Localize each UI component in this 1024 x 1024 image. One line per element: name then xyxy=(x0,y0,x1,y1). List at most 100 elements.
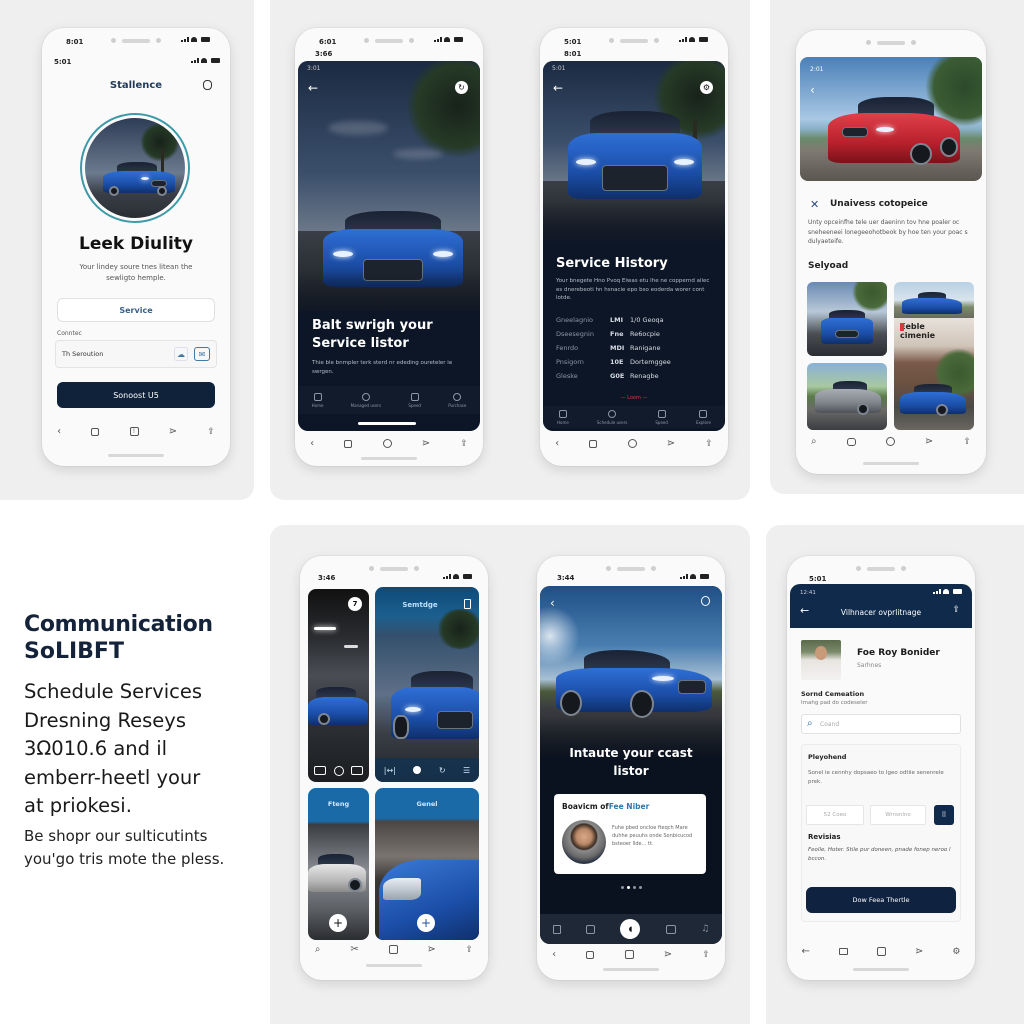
chat-icon[interactable] xyxy=(846,437,856,446)
square-icon[interactable] xyxy=(838,948,848,955)
folder-icon[interactable] xyxy=(351,766,363,775)
search-input[interactable]: ⌕ Coand xyxy=(801,714,961,734)
pager-dot[interactable] xyxy=(626,886,630,889)
clock-icon[interactable] xyxy=(624,950,634,959)
add-button[interactable]: + xyxy=(417,914,435,932)
gallery-image[interactable] xyxy=(894,282,974,318)
time-input[interactable]: Wrnsnlno xyxy=(870,805,926,825)
record-icon[interactable] xyxy=(333,766,344,776)
send-icon[interactable]: ⋗ xyxy=(664,949,672,960)
share-icon[interactable]: ⇪ xyxy=(705,439,713,449)
back-icon[interactable]: ‹ xyxy=(552,949,556,960)
tab-speed[interactable]: Speed xyxy=(408,392,421,408)
history-row[interactable]: Dseesegnin Fne Re6ocpie xyxy=(556,330,712,338)
square-icon[interactable] xyxy=(91,427,100,436)
dot-icon[interactable] xyxy=(413,766,422,774)
gallery-image[interactable] xyxy=(807,363,887,430)
add-button[interactable]: + xyxy=(329,914,347,932)
history-row[interactable]: Pnsigorn 10E Dortemggee xyxy=(556,358,712,366)
tab-speed[interactable]: Speed xyxy=(655,409,668,425)
settings-icon[interactable]: ⚙ xyxy=(952,947,960,957)
back-icon[interactable]: ← xyxy=(802,946,810,957)
clock-icon[interactable] xyxy=(627,439,637,448)
tab-managed[interactable]: Managed users xyxy=(351,392,381,408)
date-input[interactable]: 52 Coeo xyxy=(806,805,864,825)
grid-picker-button[interactable]: ⠿ xyxy=(934,805,954,825)
gallery-overlay-text: Eeble cimenie xyxy=(900,322,936,340)
settings-icon[interactable]: ⚙ xyxy=(700,81,713,94)
mail-icon[interactable]: ✉ xyxy=(194,347,210,361)
clock-icon[interactable] xyxy=(388,945,398,954)
back-icon[interactable]: ‹ xyxy=(555,438,559,449)
service-card-left[interactable]: Fteng + xyxy=(308,788,369,940)
history-row[interactable]: Gneelagnio LMI 1/0 Geoqa xyxy=(556,316,712,324)
pager-dot[interactable] xyxy=(632,886,636,889)
search-icon[interactable]: ⌕ xyxy=(811,436,817,447)
send-icon[interactable]: ⋗ xyxy=(925,436,933,447)
review-card[interactable]: Boavicm ofFee Niber Fuhe pbed oncloe fte… xyxy=(554,794,706,874)
back-arrow-icon[interactable]: ← xyxy=(553,81,563,95)
tab-purchase[interactable]: Purchase xyxy=(448,392,466,408)
center-action-button[interactable]: ◖ xyxy=(620,919,641,939)
bell-icon[interactable]: ♫ xyxy=(701,924,709,934)
square-icon[interactable] xyxy=(344,439,353,448)
tools-icon[interactable]: ✂ xyxy=(350,944,358,955)
tab-explore[interactable]: Explore xyxy=(696,409,711,425)
share-icon[interactable]: ⇪ xyxy=(963,437,971,447)
back-icon[interactable]: ‹ xyxy=(310,438,314,449)
calendar-icon xyxy=(313,392,322,401)
info-tab-icon[interactable] xyxy=(552,924,561,934)
back-arrow-icon[interactable]: ‹ xyxy=(810,83,815,97)
tab-schedule[interactable]: Schedule users xyxy=(597,409,627,425)
send-icon[interactable]: ⋗ xyxy=(422,438,430,449)
square-icon[interactable] xyxy=(586,950,595,959)
cta-button[interactable]: Dow Feea Thertle xyxy=(806,887,956,913)
send-icon[interactable]: ⋗ xyxy=(427,944,435,955)
back-arrow-icon[interactable]: ‹ xyxy=(550,596,555,610)
cloud-icon[interactable]: ☁ xyxy=(174,347,188,361)
share-icon[interactable]: ⇪ xyxy=(466,945,474,955)
history-row[interactable]: Gleske G0E Renagbe xyxy=(556,372,712,380)
pager-dot[interactable] xyxy=(620,886,624,889)
tab-home[interactable]: Home xyxy=(557,409,569,425)
share-icon[interactable]: ⇪ xyxy=(460,439,468,449)
description: Your bnegete Hno Pvoq Elwas etu lhe ne c… xyxy=(556,278,710,301)
hero-card[interactable]: Semtdge |↔| ↻ ☰ xyxy=(375,587,479,782)
history-row[interactable]: Fenrdo MDI Ranigane xyxy=(556,344,712,352)
edit-tab-icon[interactable] xyxy=(586,924,596,934)
clock-icon[interactable] xyxy=(885,437,895,446)
clock-icon[interactable] xyxy=(382,439,392,448)
more-link[interactable]: — Loom — xyxy=(543,395,725,401)
send-icon[interactable]: ⋗ xyxy=(915,946,923,957)
help-icon[interactable] xyxy=(203,80,212,90)
share-icon[interactable]: ⇪ xyxy=(702,950,710,960)
close-icon[interactable]: ✕ xyxy=(810,198,819,211)
clock-icon[interactable]: ! xyxy=(129,427,139,436)
garage-card[interactable]: 7 xyxy=(308,589,369,782)
gallery-image[interactable] xyxy=(807,282,887,356)
refresh-icon[interactable]: ↻ xyxy=(439,766,446,775)
bookmark-icon[interactable] xyxy=(464,599,471,609)
pager-dot[interactable] xyxy=(638,886,642,889)
share-icon[interactable]: ⇪ xyxy=(952,605,960,615)
service-button[interactable]: Service xyxy=(57,298,215,322)
gallery-image-overlay[interactable]: Eeble cimenie xyxy=(894,318,974,430)
service-card-right[interactable]: Genel + xyxy=(375,788,479,940)
mileage-icon[interactable]: |↔| xyxy=(384,766,396,775)
back-icon[interactable]: ‹ xyxy=(57,426,61,437)
send-icon[interactable]: ⋗ xyxy=(169,426,177,437)
clock-icon[interactable] xyxy=(876,947,886,956)
tab-home[interactable]: Home xyxy=(312,392,323,408)
search-icon[interactable]: ⌕ xyxy=(315,944,321,955)
share-icon[interactable]: ⇪ xyxy=(207,427,215,437)
back-arrow-icon[interactable]: ← xyxy=(308,81,318,95)
refresh-icon[interactable]: ↻ xyxy=(455,81,468,94)
info-icon[interactable] xyxy=(701,596,710,606)
square-icon[interactable] xyxy=(589,439,598,448)
video-icon[interactable] xyxy=(314,766,326,775)
primary-submit-button[interactable]: Sonoost U5 xyxy=(57,382,215,408)
gallery-tab-icon[interactable] xyxy=(665,924,676,934)
send-icon[interactable]: ⋗ xyxy=(667,438,675,449)
contact-field[interactable]: Th Seroution ☁ ✉ xyxy=(55,340,217,368)
menu-icon[interactable]: ☰ xyxy=(463,766,470,775)
